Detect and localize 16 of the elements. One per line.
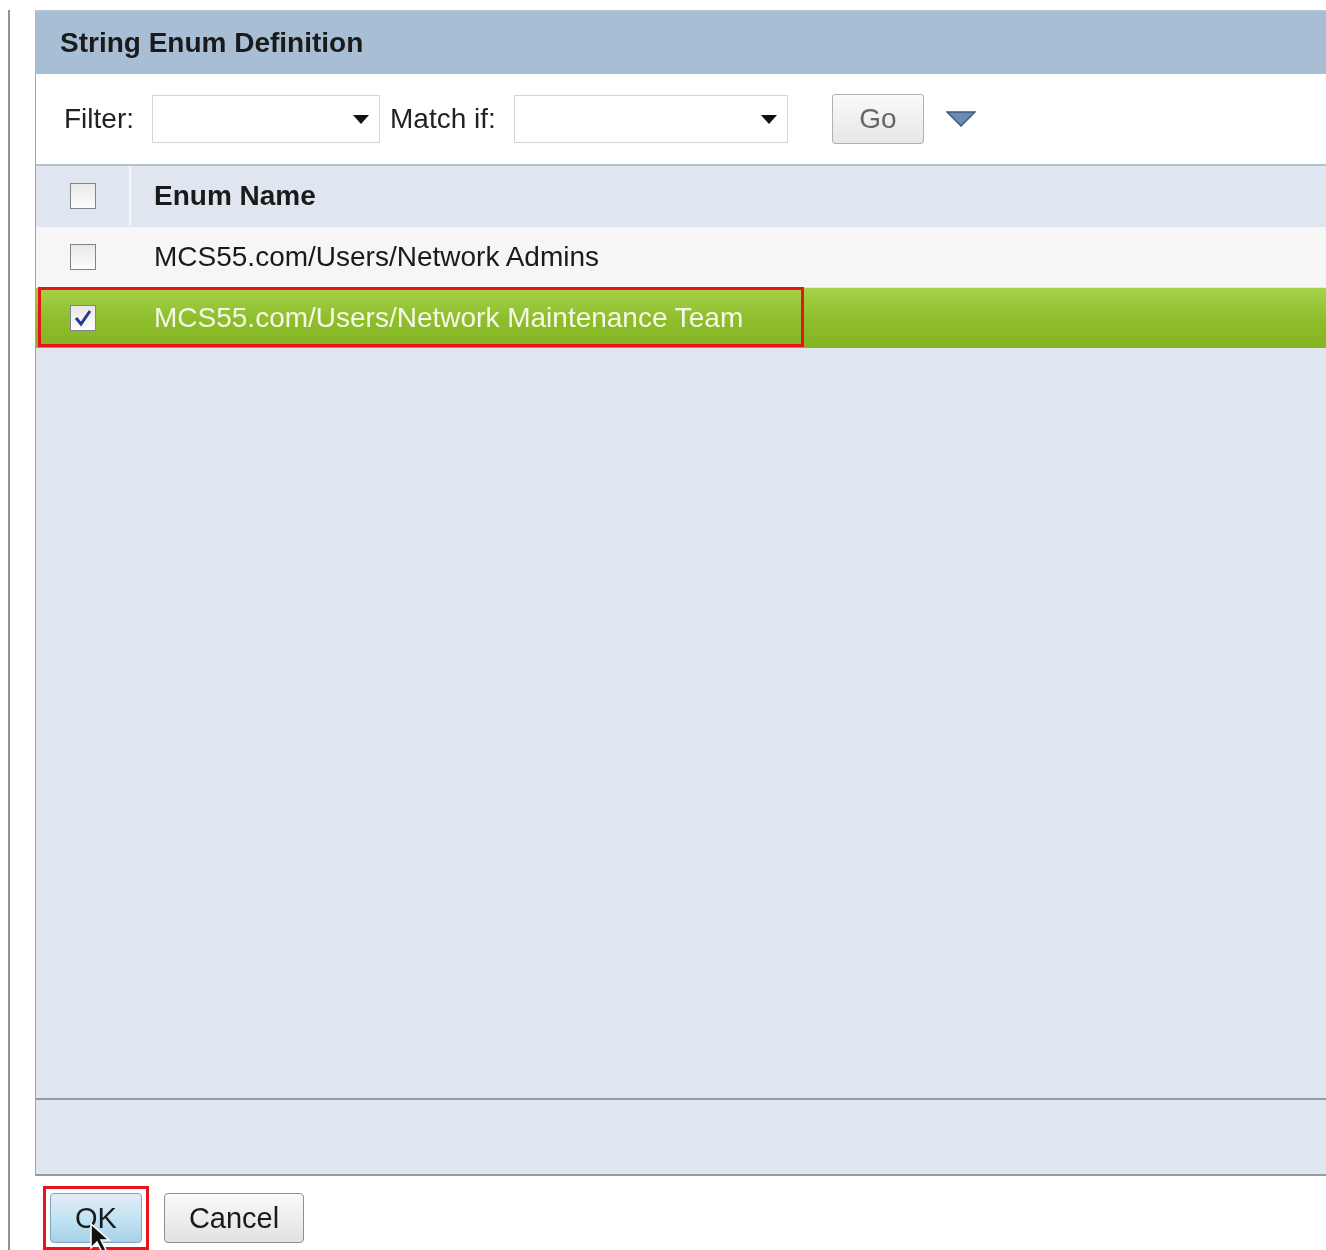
dialog-button[interactable]: Cancel xyxy=(163,1193,305,1243)
filter-label: Filter: xyxy=(64,103,134,135)
column-header[interactable]: Enum Name xyxy=(131,180,316,212)
dropdown-triangle-icon[interactable] xyxy=(945,111,976,127)
table-cell-text: MCS55.com/Users/Network Admins xyxy=(153,241,599,273)
dialog-title: String Enum Definition xyxy=(35,10,1326,74)
caret-icon xyxy=(353,114,369,124)
checkbox[interactable] xyxy=(69,183,96,209)
table-cell-text: MCS55.com/Users/Network Maintenance Team xyxy=(153,302,744,334)
table-row[interactable]: MCS55.com/Users/Network Admins xyxy=(36,227,1326,287)
caret-icon xyxy=(760,114,777,124)
dialog-button[interactable]: OK xyxy=(50,1193,142,1243)
match-if-label: Match if: xyxy=(390,103,496,135)
go-button[interactable]: Go xyxy=(831,94,924,144)
checkbox[interactable] xyxy=(69,244,96,270)
checkbox[interactable] xyxy=(69,305,96,331)
